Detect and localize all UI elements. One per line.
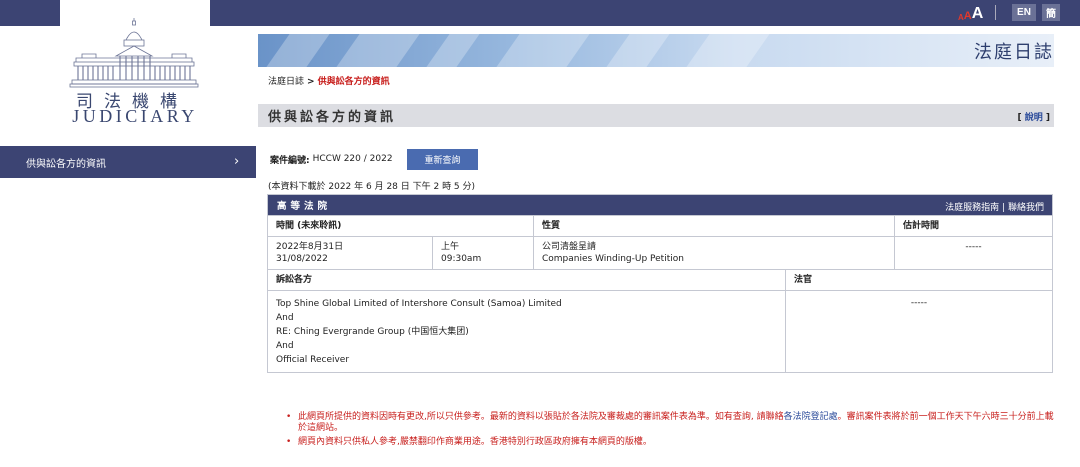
- sidebar-item-label: 供與訟各方的資訊: [26, 158, 106, 170]
- list-item: 網頁內資料只供私人參考,嚴禁翻印作商業用途。香港特別行政區政府擁有本網頁的版權。: [286, 437, 1054, 448]
- note-text: 此網頁所提供的資料因時有更改,所以只供參考。最新的資料以張貼於各法院及審裁處的審…: [298, 412, 784, 422]
- court-name: 高等法院: [277, 201, 332, 212]
- logo-english-text: JUDICIARY: [72, 106, 198, 126]
- hearing-nature-en: Companies Winding-Up Petition: [542, 254, 684, 264]
- parties-column-header: 訴訟各方: [268, 270, 786, 290]
- hearing-time-cell: 上午 09:30am: [433, 237, 534, 269]
- court-links: 法庭服務指南 | 聯絡我們: [945, 200, 1044, 213]
- help-link[interactable]: [ 說明 ]: [1017, 110, 1050, 123]
- help-link-label[interactable]: 說明: [1025, 113, 1043, 123]
- hearing-date-en: 31/08/2022: [276, 254, 328, 264]
- sidebar-item-party-info[interactable]: 供與訟各方的資訊 ›: [0, 146, 256, 178]
- hearing-nature-cn: 公司清盤呈請: [542, 242, 597, 252]
- parties-header-row: 訴訟各方 法官: [268, 269, 1052, 290]
- breadcrumb-current: 供與訟各方的資訊: [317, 77, 390, 87]
- court-header: 高等法院 法庭服務指南 | 聯絡我們: [268, 195, 1052, 215]
- chevron-right-icon: ›: [234, 154, 240, 169]
- estimated-time-column-header: 估計時間: [903, 221, 940, 231]
- party-line: And: [276, 313, 294, 323]
- judge-column-header: 法官: [794, 275, 813, 285]
- requery-button[interactable]: 重新查詢: [407, 149, 478, 170]
- note-text: 網頁內資料只供私人參考,嚴禁翻印作商業用途。香港特別行政區政府擁有本網頁的版權。: [298, 437, 652, 447]
- registry-link[interactable]: 各法院登記處: [784, 412, 838, 422]
- font-size-control[interactable]: A A A: [958, 4, 984, 23]
- case-number-value: HCCW 220 / 2022: [312, 154, 393, 164]
- page-title: 供與訟各方的資訊: [268, 110, 397, 125]
- case-number-row: 案件編號: HCCW 220 / 2022: [270, 149, 393, 169]
- banner-title: 法庭日誌: [974, 42, 1054, 63]
- court-service-guide-link[interactable]: 法庭服務指南: [945, 203, 999, 213]
- time-column-header: 時間 (未來聆訊): [268, 216, 534, 236]
- table-row: 2022年8月31日 31/08/2022 上午 09:30am 公司清盤呈請 …: [268, 236, 1052, 269]
- section-title-bar: 供與訟各方的資訊 [ 說明 ]: [258, 104, 1054, 127]
- breadcrumb-separator: >: [307, 77, 315, 87]
- party-line: And: [276, 341, 294, 351]
- hearing-time: 09:30am: [441, 254, 482, 264]
- table-row: Top Shine Global Limited of Intershore C…: [268, 290, 1052, 372]
- list-item: 此網頁所提供的資料因時有更改,所以只供參考。最新的資料以張貼於各法院及審裁處的審…: [286, 412, 1054, 434]
- nature-column-header: 性質: [534, 216, 895, 236]
- links-separator: |: [1002, 203, 1006, 213]
- download-timestamp: (本資料下載於 2022 年 6 月 28 日 下午 2 時 5 分): [268, 182, 476, 192]
- hearing-date-cn: 2022年8月31日: [276, 242, 344, 252]
- hearing-table: 高等法院 法庭服務指南 | 聯絡我們 時間 (未來聆訊) 性質 估計時間 202…: [267, 194, 1053, 373]
- font-size-medium[interactable]: A: [964, 10, 972, 22]
- language-simplified-button[interactable]: 簡: [1042, 4, 1060, 21]
- estimated-time-cell: -----: [965, 242, 982, 252]
- disclaimer-notes: 此網頁所提供的資料因時有更改,所以只供參考。最新的資料以張貼於各法院及審裁處的審…: [286, 412, 1054, 451]
- party-line: Official Receiver: [276, 355, 350, 365]
- hearing-nature-cell: 公司清盤呈請 Companies Winding-Up Petition: [534, 237, 895, 269]
- party-line: Top Shine Global Limited of Intershore C…: [276, 299, 562, 309]
- font-size-large[interactable]: A: [972, 6, 984, 22]
- hearing-ampm: 上午: [441, 242, 460, 252]
- breadcrumb: 法庭日誌 > 供與訟各方的資訊: [268, 74, 390, 87]
- hearing-date-cell: 2022年8月31日 31/08/2022: [268, 237, 433, 269]
- contact-us-link[interactable]: 聯絡我們: [1008, 203, 1044, 213]
- party-line: RE: Ching Evergrande Group (中国恒大集团): [276, 327, 469, 337]
- table-header-row: 時間 (未來聆訊) 性質 估計時間: [268, 215, 1052, 236]
- topbar-divider: [995, 5, 996, 20]
- case-number-label: 案件編號:: [270, 155, 310, 166]
- page-banner: 法庭日誌: [258, 34, 1054, 67]
- parties-cell: Top Shine Global Limited of Intershore C…: [268, 291, 786, 372]
- judge-cell: -----: [910, 298, 928, 308]
- breadcrumb-home-link[interactable]: 法庭日誌: [268, 77, 304, 87]
- language-en-button[interactable]: EN: [1012, 4, 1036, 21]
